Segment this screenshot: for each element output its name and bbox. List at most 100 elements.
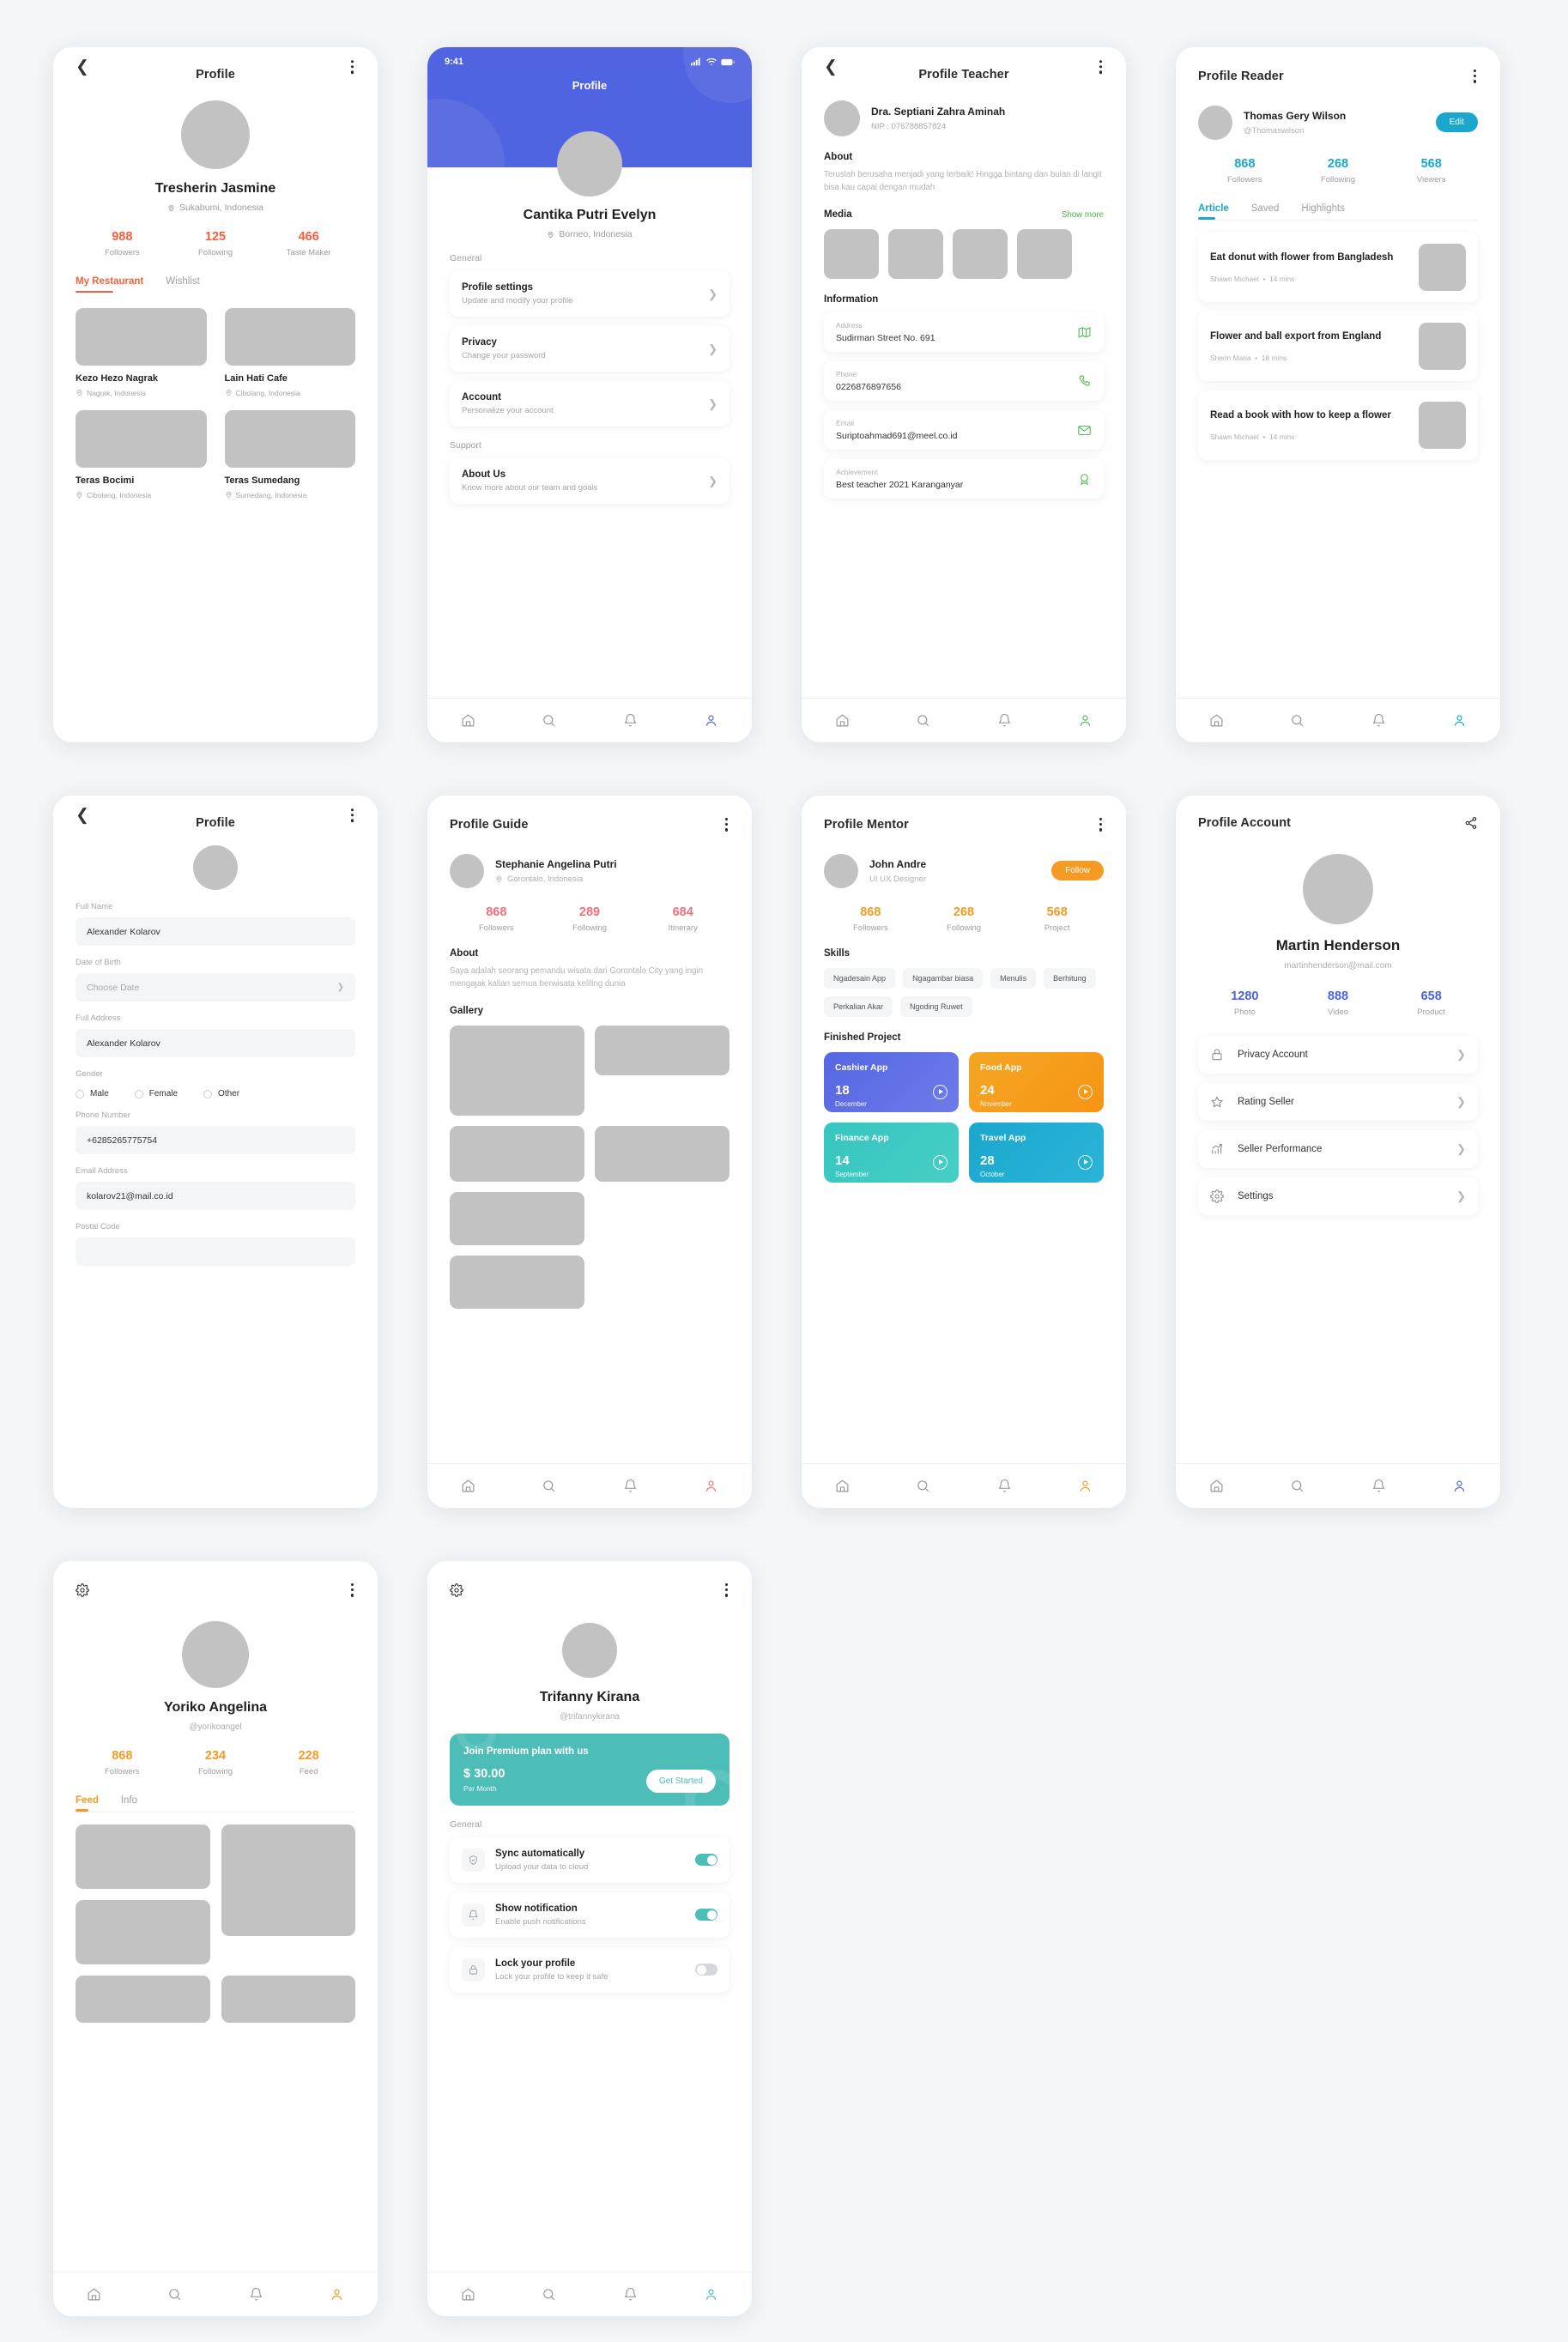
gallery-image[interactable]: [450, 1191, 584, 1245]
menu-item-privacy-account[interactable]: Privacy Account ❯: [1198, 1036, 1478, 1074]
toggle-notification[interactable]: [695, 1909, 717, 1921]
back-icon[interactable]: ❮: [76, 808, 89, 824]
user-icon[interactable]: [330, 2287, 344, 2302]
bell-icon[interactable]: [997, 1479, 1012, 1493]
info-card-email[interactable]: Email Suriptoahmad691@meel.co.id: [824, 410, 1104, 451]
more-options-icon[interactable]: [723, 1582, 730, 1599]
skill-chip[interactable]: Ngoding Ruwet: [900, 996, 972, 1017]
more-options-icon[interactable]: [1472, 68, 1478, 85]
search-icon[interactable]: [542, 713, 556, 728]
tab-article[interactable]: Article: [1198, 203, 1229, 220]
bell-icon[interactable]: [997, 713, 1012, 728]
back-icon[interactable]: ❮: [76, 59, 89, 76]
menu-item-rating-seller[interactable]: Rating Seller ❯: [1198, 1083, 1478, 1121]
bell-icon[interactable]: [1371, 713, 1386, 728]
stat-item[interactable]: 268 Following: [1292, 157, 1385, 185]
tab-wishlist[interactable]: Wishlist: [166, 276, 200, 293]
stat-item[interactable]: 868 Followers: [450, 905, 543, 933]
media-thumb[interactable]: [953, 229, 1008, 280]
media-thumb[interactable]: [888, 229, 943, 280]
stat-item[interactable]: 658 Product: [1384, 989, 1478, 1017]
show-more-link[interactable]: Show more: [1062, 210, 1104, 220]
stat-item[interactable]: 228 Feed: [262, 1749, 355, 1776]
stat-item[interactable]: 125 Following: [169, 230, 263, 257]
back-icon[interactable]: ❮: [824, 59, 838, 76]
stat-item[interactable]: 234 Following: [169, 1749, 263, 1776]
gallery-image[interactable]: [450, 1125, 584, 1182]
menu-item-seller-performance[interactable]: Seller Performance ❯: [1198, 1130, 1478, 1168]
search-icon[interactable]: [167, 2287, 182, 2302]
settings-item-about-us[interactable]: About Us Know more about our team and goa…: [450, 458, 730, 504]
play-icon[interactable]: [1078, 1084, 1093, 1099]
stat-item[interactable]: 868 Followers: [824, 905, 917, 933]
project-card[interactable]: Travel App 28 October: [969, 1122, 1104, 1183]
article-card[interactable]: Flower and ball export from England Sher…: [1198, 311, 1478, 381]
user-icon[interactable]: [1452, 713, 1467, 728]
info-card-address[interactable]: Address Sudirman Street No. 691: [824, 312, 1104, 353]
user-icon[interactable]: [1078, 713, 1093, 728]
share-icon[interactable]: [1464, 816, 1478, 830]
bell-icon[interactable]: [623, 713, 638, 728]
select-date-of-birth[interactable]: Choose Date ❯: [76, 973, 355, 1002]
feed-image[interactable]: [76, 1824, 210, 1889]
more-options-icon[interactable]: [349, 58, 355, 76]
settings-item-account[interactable]: Account Personalize your account ❯: [450, 381, 730, 427]
home-icon[interactable]: [461, 713, 475, 728]
setting-toggle-lock-profile[interactable]: Lock your profile Lock your profile to ke…: [450, 1946, 730, 1993]
home-icon[interactable]: [87, 2287, 101, 2302]
radio-female[interactable]: Female: [134, 1089, 178, 1098]
feed-image[interactable]: [221, 1975, 355, 2023]
gear-icon[interactable]: [450, 1583, 463, 1597]
tab-saved[interactable]: Saved: [1251, 203, 1280, 220]
feed-image[interactable]: [221, 1824, 355, 1936]
media-thumb[interactable]: [824, 229, 879, 280]
skill-chip[interactable]: Perkalian Akar: [824, 996, 893, 1017]
skill-chip[interactable]: Ngagambar biasa: [903, 967, 984, 989]
input-postal-code[interactable]: [76, 1238, 355, 1266]
more-options-icon[interactable]: [723, 816, 730, 833]
restaurant-card[interactable]: Kezo Hezo Nagrak Nagrak, Indonesia: [76, 308, 207, 397]
user-icon[interactable]: [1078, 1479, 1093, 1493]
bell-icon[interactable]: [623, 2287, 638, 2302]
stat-item[interactable]: 684 Itinerary: [636, 905, 730, 933]
edit-button[interactable]: Edit: [1435, 112, 1478, 133]
skill-chip[interactable]: Menulis: [990, 967, 1037, 989]
follow-button[interactable]: Follow: [1051, 861, 1104, 881]
stat-item[interactable]: 466 Taste Maker: [262, 230, 355, 257]
home-icon[interactable]: [461, 1479, 475, 1493]
play-icon[interactable]: [933, 1154, 947, 1170]
stat-item[interactable]: 868 Followers: [1198, 157, 1292, 185]
gallery-image[interactable]: [450, 1255, 584, 1309]
bell-icon[interactable]: [1371, 1479, 1386, 1493]
feed-image[interactable]: [76, 1975, 210, 2023]
stat-item[interactable]: 289 Following: [543, 905, 637, 933]
toggle-lock-profile[interactable]: [695, 1964, 717, 1976]
setting-toggle-sync[interactable]: Sync automatically Upload your data to cl…: [450, 1837, 730, 1883]
info-card-achievement[interactable]: Achievement Best teacher 2021 Karanganyar: [824, 459, 1104, 499]
home-icon[interactable]: [1209, 1479, 1224, 1493]
skill-chip[interactable]: Ngadesain App: [824, 967, 896, 989]
more-options-icon[interactable]: [1098, 58, 1104, 76]
stat-item[interactable]: 1280 Photo: [1198, 989, 1292, 1017]
restaurant-card[interactable]: Teras Bocimi Cibolang, Indonesia: [76, 410, 207, 499]
play-icon[interactable]: [1078, 1154, 1093, 1170]
search-icon[interactable]: [542, 1479, 556, 1493]
search-icon[interactable]: [1290, 1479, 1305, 1493]
settings-item-profile-settings[interactable]: Profile settings Update and modify your p…: [450, 271, 730, 317]
radio-other[interactable]: Other: [203, 1089, 239, 1098]
more-options-icon[interactable]: [349, 1582, 355, 1599]
article-card[interactable]: Read a book with how to keep a flower Sh…: [1198, 390, 1478, 460]
tab-info[interactable]: Info: [121, 1795, 137, 1812]
more-options-icon[interactable]: [349, 807, 355, 824]
user-icon[interactable]: [704, 2287, 718, 2302]
feed-image[interactable]: [76, 1899, 210, 1964]
restaurant-card[interactable]: Lain Hati Cafe Cibolang, Indonesia: [224, 308, 355, 397]
stat-item[interactable]: 568 Project: [1010, 905, 1104, 933]
project-card[interactable]: Cashier App 18 December: [824, 1051, 959, 1112]
stat-item[interactable]: 868 Followers: [76, 1749, 169, 1776]
stat-item[interactable]: 988 Followers: [76, 230, 169, 257]
home-icon[interactable]: [1209, 713, 1224, 728]
gallery-image[interactable]: [595, 1025, 730, 1075]
stat-item[interactable]: 568 Viewers: [1384, 157, 1478, 185]
home-icon[interactable]: [461, 2287, 475, 2302]
